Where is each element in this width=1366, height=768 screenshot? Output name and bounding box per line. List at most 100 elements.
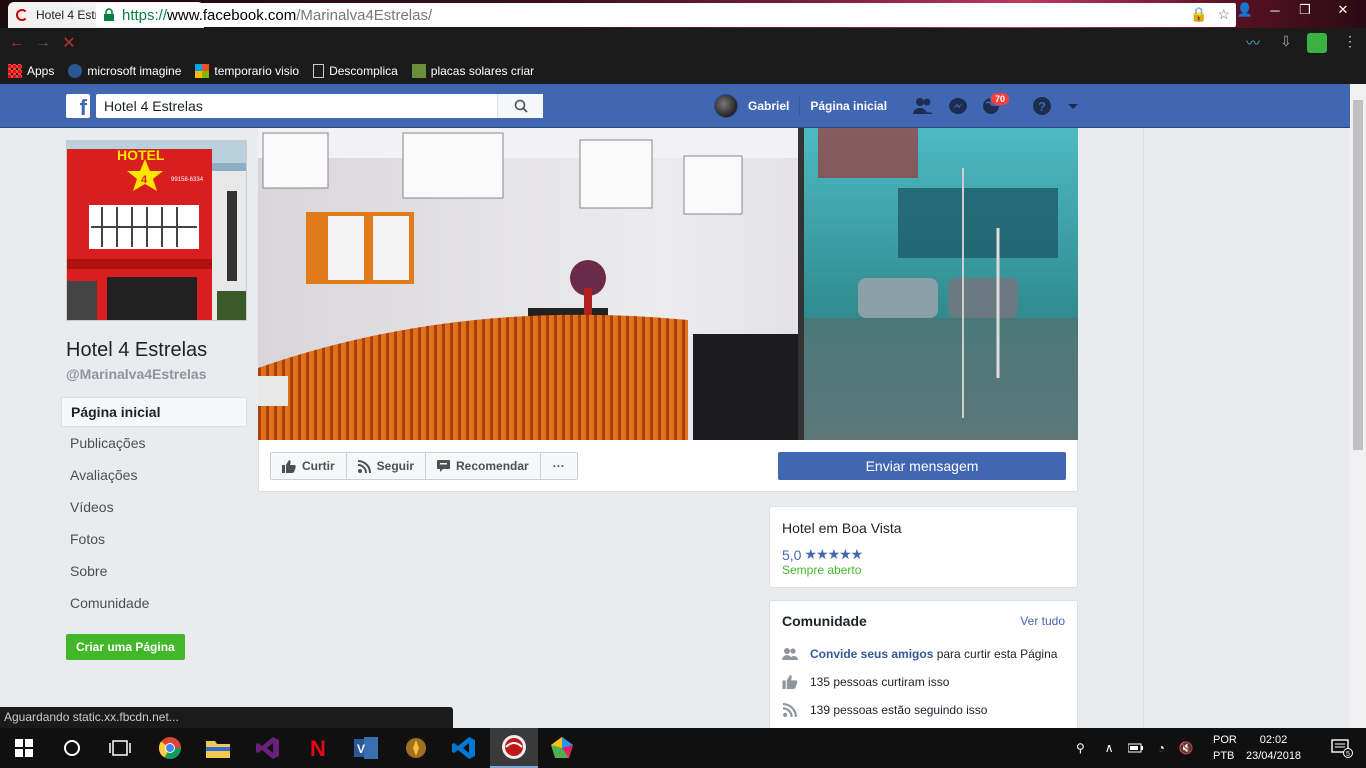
action-center-icon[interactable]: 5 xyxy=(1318,728,1366,768)
page-profile-picture[interactable]: HOTEL 4 99158-6334 xyxy=(66,140,247,321)
invite-friends-link[interactable]: Convide seus amigos xyxy=(810,647,933,661)
facebook-logo-icon[interactable]: f xyxy=(66,94,90,119)
right-column-divider xyxy=(1143,128,1144,728)
cover-photo[interactable] xyxy=(258,128,1078,440)
see-all-link[interactable]: Ver tudo xyxy=(1020,614,1065,628)
hotel-facade-illustration: HOTEL 4 99158-6334 xyxy=(67,141,246,320)
account-menu-chevron-down-icon[interactable] xyxy=(1062,96,1084,116)
nav-item-posts[interactable]: Publicações xyxy=(61,427,247,459)
svg-text:N: N xyxy=(310,736,326,760)
bookmark-placas-solares[interactable]: placas solares criar xyxy=(411,64,535,78)
clock-time: 02:02 xyxy=(1259,734,1288,746)
nav-item-about[interactable]: Sobre xyxy=(61,555,247,587)
forward-icon[interactable]: → xyxy=(30,34,56,52)
bookmark-temporario-visio[interactable]: temporario visio xyxy=(195,64,299,78)
nav-item-home[interactable]: Página inicial xyxy=(61,397,247,427)
create-page-button[interactable]: Criar uma Página xyxy=(66,634,185,660)
invite-friends-text: para curtir esta Página xyxy=(933,647,1058,661)
loading-spinner-icon xyxy=(16,9,28,21)
page-category[interactable]: Hotel em Boa Vista xyxy=(782,520,1065,536)
show-hidden-icons-chevron-up-icon[interactable]: ∧ xyxy=(1105,741,1114,755)
netflix-icon[interactable]: N xyxy=(294,728,342,768)
recommend-button[interactable]: Recomendar xyxy=(426,453,541,479)
restore-icon[interactable]: ❐ xyxy=(1290,0,1320,20)
system-tray: ⚲ ∧ ◔ 🔇 xyxy=(1076,728,1194,768)
follows-count-row: 139 pessoas estão seguindo isso xyxy=(782,696,1065,724)
people-icon[interactable]: ⚲ xyxy=(1076,741,1085,755)
stop-loading-icon[interactable]: ✕ xyxy=(56,33,82,53)
fb-header-right: Gabriel Página inicial xyxy=(714,84,897,128)
scrollbar-thumb[interactable] xyxy=(1353,100,1363,450)
wifi-icon[interactable]: ◔ xyxy=(1158,741,1165,755)
rating-row[interactable]: 5,0 ★★★★★ xyxy=(782,546,1065,563)
hotel-star-number: 4 xyxy=(141,174,148,186)
active-app-icon[interactable] xyxy=(490,728,538,768)
profile-link[interactable]: Gabriel xyxy=(738,99,799,113)
notification-badge: 70 xyxy=(990,92,1011,106)
thumbs-up-icon xyxy=(282,459,296,473)
cortana-search-icon[interactable] xyxy=(48,728,96,768)
rss-icon xyxy=(357,459,371,473)
url-path: /Marinalva4Estrelas/ xyxy=(296,6,433,24)
task-view-icon[interactable] xyxy=(96,728,144,768)
recommend-label: Recomendar xyxy=(456,459,529,473)
input-language-indicator[interactable]: POR PTB xyxy=(1213,732,1237,764)
bookmark-star-icon[interactable]: ☆ xyxy=(1217,6,1230,23)
messenger-icon[interactable] xyxy=(947,96,969,116)
address-bar[interactable]: https://www.facebook.com/Marinalva4Estre… xyxy=(96,3,1236,27)
page-username[interactable]: @Marinalva4Estrelas xyxy=(66,366,207,382)
bookmark-microsoft-imagine[interactable]: microsoft imagine xyxy=(68,64,181,78)
back-icon[interactable]: ← xyxy=(4,34,30,52)
bookmarks-bar: Apps microsoft imagine temporario visio … xyxy=(0,58,1366,84)
like-button[interactable]: Curtir xyxy=(271,453,347,479)
help-icon[interactable]: ? xyxy=(1031,96,1053,116)
url-host: www.facebook.com xyxy=(167,6,297,24)
extension-icon-2[interactable]: ⇩ xyxy=(1276,33,1296,53)
community-title: Comunidade xyxy=(782,613,867,629)
bookmark-label: Apps xyxy=(27,64,55,78)
extension-icon-1[interactable]: 〰 xyxy=(1243,33,1263,53)
friend-requests-icon[interactable] xyxy=(912,96,934,116)
keyboard-layout-code: PTB xyxy=(1213,750,1235,762)
send-message-button[interactable]: Enviar mensagem xyxy=(778,452,1066,480)
browser-toolbar: ← → ✕ xyxy=(0,28,1366,58)
fb-search-input[interactable] xyxy=(96,95,496,117)
nav-item-community[interactable]: Comunidade xyxy=(61,587,247,619)
follow-button[interactable]: Seguir xyxy=(347,453,427,479)
invite-friends-row: Convide seus amigos para curtir esta Pág… xyxy=(782,640,1065,668)
visual-studio-icon[interactable] xyxy=(244,728,292,768)
likes-count-row: 135 pessoas curtiram isso xyxy=(782,668,1065,696)
home-link[interactable]: Página inicial xyxy=(800,99,897,113)
nav-item-photos[interactable]: Fotos xyxy=(61,523,247,555)
secure-lock-icon xyxy=(104,8,114,21)
minimize-icon[interactable]: ─ xyxy=(1260,0,1290,20)
bookmark-apps[interactable]: Apps xyxy=(8,64,54,78)
nav-item-reviews[interactable]: Avaliações xyxy=(61,459,247,491)
taskbar-clock[interactable]: 02:02 23/04/2018 xyxy=(1246,732,1301,764)
bookmark-descomplica[interactable]: Descomplica xyxy=(313,64,398,78)
chrome-taskbar-icon[interactable] xyxy=(146,728,194,768)
file-explorer-icon[interactable] xyxy=(194,728,242,768)
more-options-button[interactable]: ··· xyxy=(541,453,577,479)
facebook-header: f Gabriel Página inicial ? xyxy=(0,84,1350,128)
start-button-windows-icon[interactable] xyxy=(0,728,48,768)
polygon-app-icon[interactable] xyxy=(538,728,586,768)
volume-muted-icon[interactable]: 🔇 xyxy=(1179,741,1194,755)
language-code: POR xyxy=(1213,734,1237,746)
search-icon[interactable] xyxy=(497,94,543,118)
bookmark-label: temporario visio xyxy=(214,64,300,78)
vscode-icon[interactable] xyxy=(440,728,488,768)
lock-status-icon[interactable]: 🔒 xyxy=(1190,6,1207,23)
extension-icon-3[interactable] xyxy=(1307,33,1327,53)
friends-icon xyxy=(782,648,798,660)
rating-value: 5,0 xyxy=(782,546,802,563)
close-window-icon[interactable]: ✕ xyxy=(1320,0,1366,20)
bookmark-label: placas solares criar xyxy=(430,64,535,78)
site-favicon-icon xyxy=(411,64,426,78)
nav-item-videos[interactable]: Vídeos xyxy=(61,491,247,523)
user-avatar[interactable] xyxy=(714,94,738,118)
game-launcher-icon[interactable] xyxy=(392,728,440,768)
visio-icon[interactable]: V xyxy=(342,728,390,768)
chrome-menu-icon[interactable]: ⋮ xyxy=(1340,33,1360,53)
battery-icon[interactable] xyxy=(1127,743,1144,753)
